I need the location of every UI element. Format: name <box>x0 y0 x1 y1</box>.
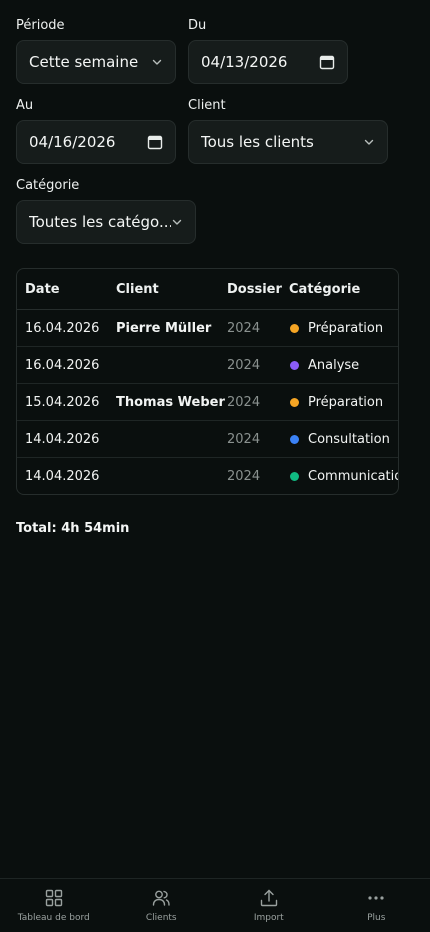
calendar-icon[interactable] <box>147 134 163 150</box>
nav-import-label: Import <box>253 913 284 923</box>
nav-import[interactable]: Import <box>215 879 323 932</box>
table-row[interactable]: 15.04.2026 Thomas Weber 2024 Préparation <box>17 384 398 421</box>
dashboard-grid-icon <box>45 889 62 907</box>
bottom-nav: Tableau de bord Clients Import Plus <box>0 878 430 932</box>
total-duration: Total: 4h 54min <box>16 521 130 536</box>
nav-clients-label: Clients <box>145 913 177 923</box>
table-row[interactable]: 14.04.2026 2024 Consultation <box>17 421 398 458</box>
row-dossier: 2024 <box>227 394 261 410</box>
periode-select[interactable]: Cette semaine <box>16 40 176 84</box>
header-date[interactable]: Date <box>25 282 60 297</box>
entries-table: Date Client Dossier Catégorie 16.04.2026… <box>16 268 399 495</box>
calendar-icon[interactable] <box>319 54 335 70</box>
client-label: Client <box>188 98 226 113</box>
row-date: 14.04.2026 <box>25 469 100 484</box>
row-dossier: 2024 <box>227 469 261 484</box>
row-dossier: 2024 <box>227 357 261 373</box>
nav-more-label: Plus <box>367 913 386 923</box>
periode-value: Cette semaine <box>29 53 139 71</box>
periode-label: Période <box>16 18 65 33</box>
client-select[interactable]: Tous les clients <box>188 120 388 164</box>
category-label: Consultation <box>308 431 390 447</box>
category-dot-icon <box>290 360 299 370</box>
nav-more[interactable]: Plus <box>323 879 430 932</box>
nav-dashboard-label: Tableau de bord <box>17 913 90 923</box>
table-row[interactable]: 16.04.2026 Pierre Müller 2024 Préparatio… <box>17 310 398 347</box>
more-dots-icon <box>368 896 384 900</box>
row-categorie: Communication <box>289 469 398 484</box>
category-dot-icon <box>290 397 299 407</box>
row-dossier: 2024 <box>227 431 261 447</box>
time-report-screen: Période Cette semaine Du 04/13/2026 Au 0… <box>0 0 430 932</box>
upload-icon <box>260 889 277 907</box>
categorie-select[interactable]: Toutes les catégo... <box>16 200 196 244</box>
du-value: 04/13/2026 <box>201 53 288 71</box>
category-label: Analyse <box>308 357 360 373</box>
client-value: Tous les clients <box>201 133 314 151</box>
au-value: 04/16/2026 <box>29 133 116 151</box>
category-label: Communication <box>308 469 398 484</box>
row-dossier: 2024 <box>227 320 261 336</box>
row-categorie: Préparation <box>289 395 383 410</box>
nav-dashboard[interactable]: Tableau de bord <box>0 879 108 932</box>
header-categorie[interactable]: Catégorie <box>289 282 360 297</box>
table-header: Date Client Dossier Catégorie <box>17 269 398 310</box>
category-label: Préparation <box>308 320 384 336</box>
du-label: Du <box>188 18 207 33</box>
table-row[interactable]: 16.04.2026 2024 Analyse <box>17 347 398 384</box>
row-date: 16.04.2026 <box>25 320 100 336</box>
chevron-down-icon <box>172 219 182 225</box>
row-client: Pierre Müller <box>116 320 212 336</box>
category-label: Préparation <box>308 394 384 410</box>
nav-clients[interactable]: Clients <box>108 879 216 932</box>
row-client: Thomas Weber <box>116 394 225 410</box>
users-icon <box>153 890 170 906</box>
header-dossier[interactable]: Dossier <box>227 282 282 297</box>
row-categorie: Analyse <box>289 358 359 373</box>
au-label: Au <box>16 98 34 113</box>
du-date-input[interactable]: 04/13/2026 <box>188 40 348 84</box>
category-dot-icon <box>290 323 299 333</box>
row-date: 14.04.2026 <box>25 431 100 447</box>
row-date: 16.04.2026 <box>25 357 100 373</box>
header-client[interactable]: Client <box>116 282 159 297</box>
row-categorie: Consultation <box>289 432 390 447</box>
category-dot-icon <box>290 434 299 444</box>
categorie-label: Catégorie <box>16 178 80 193</box>
row-categorie: Préparation <box>289 321 383 336</box>
chevron-down-icon <box>364 139 374 145</box>
category-dot-icon <box>290 472 299 481</box>
au-date-input[interactable]: 04/16/2026 <box>16 120 176 164</box>
categorie-value: Toutes les catégo... <box>29 213 171 231</box>
table-row[interactable]: 14.04.2026 2024 Communication <box>17 458 398 494</box>
chevron-down-icon <box>152 59 162 65</box>
row-date: 15.04.2026 <box>25 394 100 410</box>
